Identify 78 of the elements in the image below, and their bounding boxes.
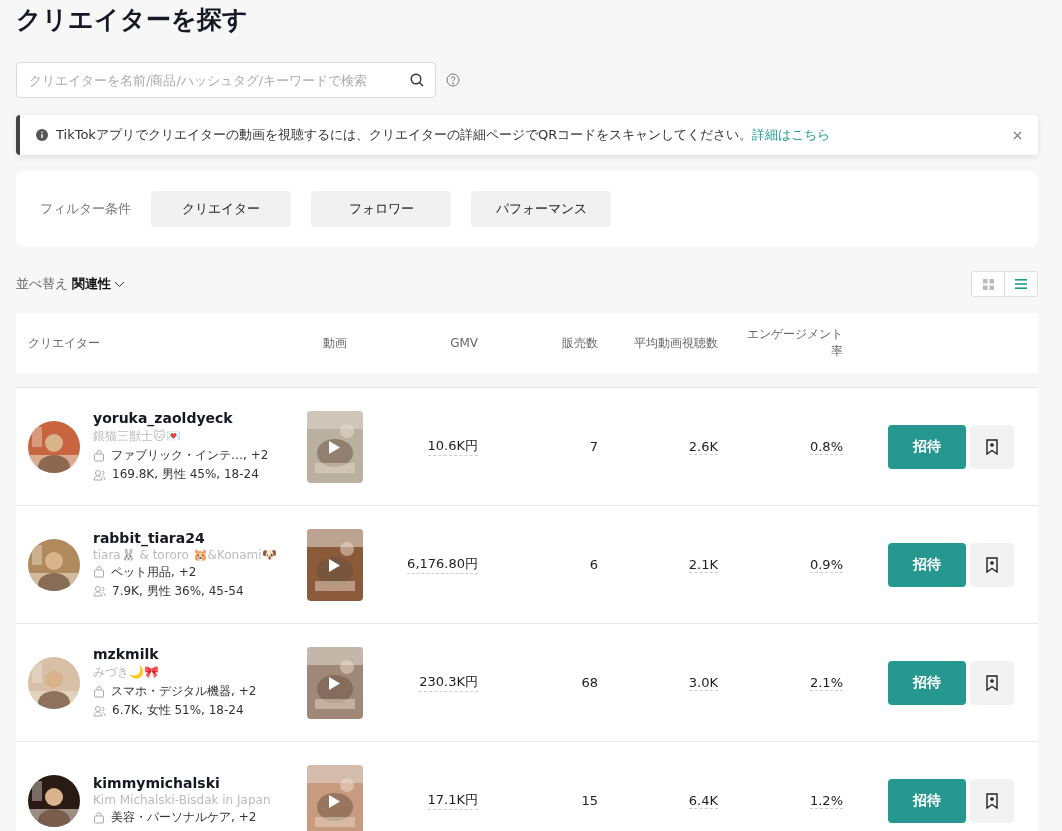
people-icon bbox=[93, 468, 106, 481]
invite-button[interactable]: 招待 bbox=[888, 542, 966, 587]
views-value: 6.4K bbox=[688, 792, 718, 809]
creator-name: yoruka_zaoldyeck bbox=[93, 410, 234, 426]
people-icon bbox=[93, 585, 106, 597]
invite-button[interactable]: 招待 bbox=[888, 778, 966, 823]
column-header: エンゲージメント率 bbox=[746, 326, 843, 360]
notice-text: TikTokアプリでクリエイターの動画を視聴するには、クリエイターの詳細ページでQRコードをスキャンしてください。詳細はこちら bbox=[56, 126, 832, 144]
sort-label: 並べ替え bbox=[16, 275, 68, 293]
sales-value: 68 bbox=[581, 675, 598, 690]
category-text: スマホ・デジタル機器, +2 bbox=[111, 683, 257, 700]
gmv-value: 17.1K円 bbox=[427, 791, 478, 810]
gmv-value: 10.6K円 bbox=[427, 437, 478, 456]
column-header: 動画 bbox=[323, 334, 347, 352]
creator-name: mzkmilk bbox=[93, 646, 160, 662]
category-text: ペット用品, +2 bbox=[111, 563, 197, 581]
play-icon bbox=[329, 676, 340, 690]
column-header: 平均動画視聴数 bbox=[634, 334, 718, 352]
bag-icon bbox=[93, 566, 105, 578]
filter-button[interactable]: パフォーマンス bbox=[471, 191, 611, 227]
bookmark-icon bbox=[985, 556, 999, 573]
engagement-value: 2.1% bbox=[809, 674, 843, 691]
audience-text: 7.9K, 男性 36%, 45-54 bbox=[112, 582, 244, 600]
bookmark-icon bbox=[985, 438, 999, 455]
column-header: クリエイター bbox=[28, 334, 100, 352]
play-icon bbox=[329, 794, 340, 808]
bookmark-icon bbox=[985, 792, 999, 809]
bookmark-icon bbox=[985, 674, 999, 691]
engagement-value: 0.9% bbox=[809, 556, 843, 573]
filter-label: フィルター条件 bbox=[40, 200, 131, 218]
views-value: 2.1K bbox=[688, 556, 718, 573]
gmv-value: 230.3K円 bbox=[419, 673, 478, 692]
help-icon[interactable] bbox=[446, 73, 460, 87]
sales-value: 15 bbox=[581, 793, 598, 808]
chevron-down-icon bbox=[114, 280, 125, 288]
info-icon bbox=[36, 129, 48, 141]
engagement-value: 1.2% bbox=[809, 792, 843, 809]
audience-text: 169.8K, 男性 45%, 18-24 bbox=[112, 466, 259, 483]
bookmark-button[interactable] bbox=[970, 778, 1014, 823]
creator-name: rabbit_tiara24 bbox=[93, 529, 206, 546]
creator-subtitle: みづき🌙🎀 bbox=[93, 664, 160, 681]
category-text: ファブリック・インテ…, +2 bbox=[111, 447, 269, 464]
creator-subtitle: Kim Michalski-Bisdak in Japan bbox=[93, 793, 271, 807]
sort-dropdown[interactable]: 関連性 bbox=[68, 275, 125, 293]
views-value: 2.6K bbox=[688, 438, 718, 455]
list-view-button[interactable] bbox=[1004, 271, 1038, 297]
bookmark-button[interactable] bbox=[970, 660, 1014, 705]
views-value: 3.0K bbox=[688, 674, 718, 691]
gmv-value: 6,176.80円 bbox=[407, 555, 478, 574]
details-link[interactable]: 詳細はこちら bbox=[752, 127, 831, 142]
engagement-value: 0.8% bbox=[809, 438, 843, 455]
bag-icon bbox=[93, 449, 105, 462]
bookmark-button[interactable] bbox=[970, 542, 1014, 587]
list-icon bbox=[1015, 279, 1027, 289]
sales-value: 6 bbox=[589, 557, 598, 572]
creator-subtitle: 銀猫三獣士🐱💌 bbox=[93, 428, 182, 445]
creator-name: kimmymichalski bbox=[93, 775, 221, 791]
close-icon[interactable] bbox=[1013, 130, 1022, 140]
invite-button[interactable]: 招待 bbox=[888, 660, 966, 705]
column-header: GMV bbox=[450, 334, 478, 352]
invite-button[interactable]: 招待 bbox=[888, 424, 966, 469]
bookmark-button[interactable] bbox=[970, 424, 1014, 469]
audience-text: 6.7K, 女性 51%, 18-24 bbox=[112, 702, 244, 719]
bag-icon bbox=[93, 685, 105, 698]
page-title: クリエイターを探す bbox=[16, 4, 249, 36]
search-icon[interactable] bbox=[410, 73, 424, 87]
sales-value: 7 bbox=[589, 439, 598, 454]
column-header: 販売数 bbox=[562, 334, 598, 352]
play-icon bbox=[329, 440, 340, 454]
category-text: 美容・パーソナルケア, +2 bbox=[111, 809, 257, 826]
bag-icon bbox=[93, 811, 105, 824]
filter-button[interactable]: クリエイター bbox=[151, 191, 291, 227]
people-icon bbox=[93, 704, 106, 717]
filter-button[interactable]: フォロワー bbox=[311, 191, 451, 227]
grid-icon bbox=[982, 278, 994, 290]
creator-subtitle: tiara🐰 & tororo 🐹&Konami🐶 bbox=[93, 547, 277, 562]
play-icon bbox=[329, 558, 340, 572]
search-field[interactable]: クリエイターを名前/商品/ハッシュタグ/キーワードで検索 bbox=[16, 62, 436, 98]
